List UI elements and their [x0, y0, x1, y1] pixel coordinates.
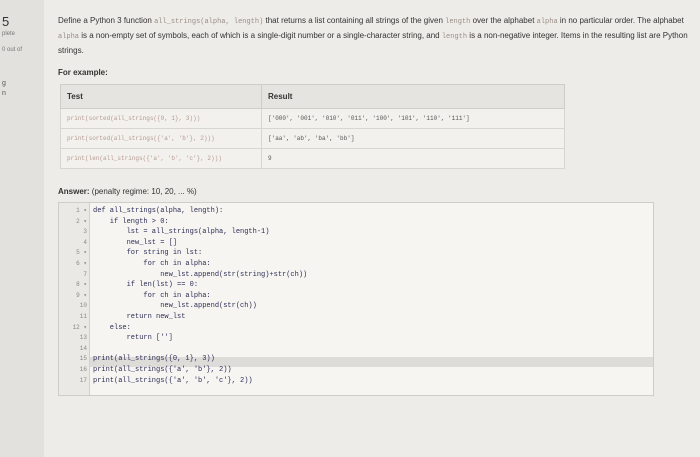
- code-editor[interactable]: 1 ▾ def all_strings(alpha, length): 2 ▾ if…: [58, 202, 654, 396]
- length-keyword: length: [445, 18, 471, 26]
- line-number: 2 ▾: [76, 217, 87, 225]
- line-number: 9 ▾: [76, 291, 87, 299]
- question-status: plete: [2, 31, 16, 37]
- line-number: 6 ▾: [76, 260, 87, 267]
- code-line[interactable]: lst = all_strings(alpha, length-1): [93, 227, 270, 237]
- code-line[interactable]: for ch in alpha:: [93, 259, 210, 269]
- line-number: 11: [79, 313, 87, 320]
- code-line[interactable]: for string in lst:: [93, 248, 203, 258]
- example-header-row: Test Result: [60, 84, 565, 109]
- test-cell: print(sorted(all_strings({'a', 'b'}, 2))…: [60, 128, 262, 149]
- code-line[interactable]: new_lst.append(str(ch)): [93, 301, 257, 311]
- alpha-keyword: alpha: [58, 33, 80, 41]
- code-line[interactable]: if len(lst) == 0:: [93, 280, 198, 290]
- function-signature: all_strings(alpha, length): [154, 18, 264, 26]
- line-number: 7: [83, 270, 87, 278]
- code-line[interactable]: def all_strings(alpha, length):: [93, 206, 223, 216]
- question-text-part: is a non-empty set of symbols, each of w…: [79, 31, 442, 40]
- code-line[interactable]: return new_lst: [93, 312, 186, 322]
- line-number: 3: [83, 228, 87, 236]
- answer-title: Answer:: [58, 187, 90, 196]
- answer-label: Answer: (penalty regime: 10, 20, ... %): [58, 187, 197, 196]
- line-number: 5 ▾: [76, 249, 87, 257]
- line-number: 12 ▾: [72, 323, 87, 331]
- question-text-part: that returns a list containing all strin…: [263, 16, 446, 25]
- result-cell: ['000', '001', '010', '011', '100', '101…: [261, 108, 565, 129]
- question-mark: 0 out of: [2, 47, 23, 53]
- line-number: 17: [79, 376, 87, 384]
- line-number: 4: [83, 238, 87, 246]
- code-line[interactable]: new_lst.append(str(string)+str(ch)): [93, 270, 307, 280]
- code-line[interactable]: for ch in alpha:: [93, 291, 210, 301]
- test-cell: print(len(all_strings({'a', 'b', 'c'}, 2…: [60, 148, 262, 169]
- question-info-panel: 5 plete 0 out of g n: [0, 0, 45, 457]
- length-keyword: length: [441, 33, 468, 41]
- question-number: 5: [2, 14, 10, 29]
- result-column-header: Result: [261, 84, 565, 109]
- flag-question-label[interactable]: g: [2, 80, 6, 87]
- code-line[interactable]: if length > 0:: [93, 217, 169, 227]
- question-text-part: Define a Python 3 function: [58, 16, 155, 25]
- code-line[interactable]: print(all_strings({0, 1}, 3)): [93, 354, 215, 364]
- line-number: 16: [79, 366, 87, 373]
- edit-question-label[interactable]: n: [2, 90, 6, 97]
- result-cell: ['aa', 'ab', 'ba', 'bb']: [261, 128, 565, 149]
- question-text-part: in no particular order. The alphabet: [557, 16, 684, 25]
- table-row: print(sorted(all_strings({'a', 'b'}, 2))…: [60, 128, 565, 149]
- example-label: For example:: [58, 68, 108, 77]
- test-cell: print(sorted(all_strings({0, 1}, 3))): [60, 108, 262, 129]
- line-number: 1 ▾: [76, 207, 87, 214]
- alpha-keyword: alpha: [536, 18, 558, 26]
- penalty-regime: (penalty regime: 10, 20, ... %): [89, 187, 197, 196]
- code-line[interactable]: new_lst = []: [93, 238, 177, 248]
- question-text-part: over the alphabet: [470, 16, 537, 25]
- table-row: print(sorted(all_strings({0, 1}, 3))) ['…: [60, 108, 565, 129]
- result-cell: 9: [261, 148, 565, 169]
- code-line[interactable]: print(all_strings({'a', 'b', 'c'}, 2)): [93, 376, 253, 386]
- code-line[interactable]: return ['']: [93, 333, 173, 343]
- line-number: 15: [79, 355, 87, 363]
- line-number: 8 ▾: [76, 281, 87, 289]
- code-line[interactable]: else:: [93, 323, 131, 333]
- line-number: 10: [79, 302, 87, 310]
- line-number: 13: [79, 334, 87, 342]
- code-line[interactable]: print(all_strings({'a', 'b'}, 2)): [93, 365, 232, 375]
- question-content: Define a Python 3 function all_strings(a…: [44, 0, 700, 457]
- question-text: Define a Python 3 function all_strings(a…: [58, 14, 688, 57]
- table-row: print(len(all_strings({'a', 'b', 'c'}, 2…: [60, 148, 565, 169]
- test-column-header: Test: [60, 84, 262, 109]
- example-table: Test Result print(sorted(all_strings({0,…: [60, 84, 565, 169]
- line-number: 14: [79, 344, 87, 352]
